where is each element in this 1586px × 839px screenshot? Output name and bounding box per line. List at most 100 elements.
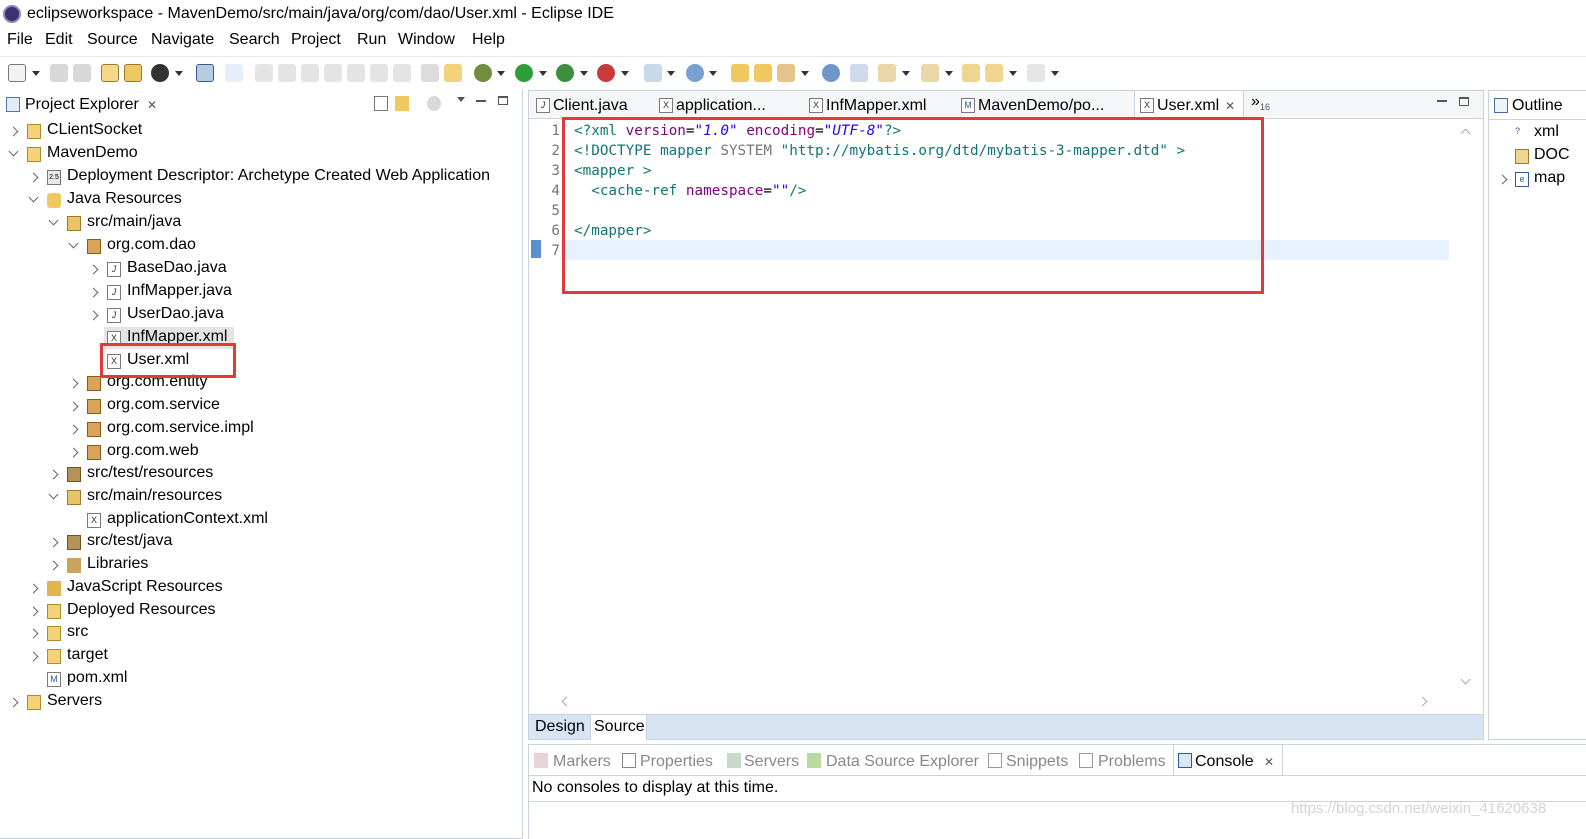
tree-item-userdao-java[interactable]: J UserDao.java: [0, 304, 520, 326]
chevron-right-icon[interactable]: [88, 287, 99, 298]
tab-client-java[interactable]: J Client.java: [529, 91, 654, 119]
search-icon[interactable]: [850, 64, 868, 82]
chevron-down-icon[interactable]: [8, 146, 19, 157]
chevron-right-icon[interactable]: [48, 469, 59, 480]
menu-help[interactable]: Help: [472, 31, 505, 49]
tree-item-src-main-resources[interactable]: src/main/resources: [0, 486, 520, 508]
dropdown-arrow-icon[interactable]: [902, 71, 910, 76]
scroll-up-icon[interactable]: [1460, 128, 1471, 139]
tree-item-user-xml[interactable]: X User.xml: [0, 350, 520, 372]
maximize-icon[interactable]: [498, 96, 508, 105]
close-icon[interactable]: ✕: [1225, 99, 1235, 113]
tab-source[interactable]: Source: [590, 715, 647, 740]
scroll-down-icon[interactable]: [1460, 674, 1471, 685]
new-class-icon[interactable]: [686, 64, 704, 82]
tree-item-src-main-java[interactable]: src/main/java: [0, 212, 520, 234]
chevron-right-icon[interactable]: [68, 447, 79, 458]
dropdown-arrow-icon[interactable]: [945, 71, 953, 76]
tab-markers[interactable]: Markers: [553, 753, 611, 771]
chevron-right-icon[interactable]: [88, 264, 99, 275]
outline-item-mapper[interactable]: e map: [1489, 168, 1586, 190]
chevron-down-icon[interactable]: [28, 192, 39, 203]
tree-item-pom-xml[interactable]: M pom.xml: [0, 668, 520, 690]
vertical-scrollbar[interactable]: [1449, 120, 1483, 692]
dropdown-arrow-icon[interactable]: [621, 71, 629, 76]
chevron-right-icon[interactable]: [28, 651, 39, 662]
tree-item-target[interactable]: target: [0, 645, 520, 667]
horizontal-scrollbar[interactable]: [543, 692, 1449, 712]
next-annotation-icon[interactable]: [878, 64, 896, 82]
dropdown-arrow-icon[interactable]: [1009, 71, 1017, 76]
new-icon[interactable]: [8, 64, 26, 82]
chevron-right-icon[interactable]: [48, 537, 59, 548]
chevron-right-icon[interactable]: [68, 401, 79, 412]
tab-data-source-explorer[interactable]: Data Source Explorer: [826, 753, 979, 771]
tree-item-org-com-service[interactable]: org.com.service: [0, 395, 520, 417]
last-edit-icon[interactable]: [962, 64, 980, 82]
tab-mavendemo-pom[interactable]: M MavenDemo/po...: [956, 91, 1126, 119]
tree-item-libraries[interactable]: Libraries: [0, 554, 520, 576]
chevron-right-icon[interactable]: [1497, 174, 1508, 185]
format-icon[interactable]: [421, 64, 439, 82]
chevron-right-icon[interactable]: [88, 310, 99, 321]
new-project-icon[interactable]: [644, 64, 662, 82]
save-icon[interactable]: [50, 64, 68, 82]
tree-item-org-com-dao[interactable]: org.com.dao: [0, 235, 520, 257]
tab-user-xml[interactable]: X User.xml ✕: [1134, 91, 1244, 120]
save-all-icon[interactable]: [73, 64, 91, 82]
chevron-right-icon[interactable]: [8, 126, 19, 137]
pen-icon[interactable]: [777, 64, 795, 82]
menu-project[interactable]: Project: [291, 31, 341, 49]
external-tools-icon[interactable]: [597, 64, 615, 82]
prev-annotation-icon[interactable]: [921, 64, 939, 82]
link-editor-icon[interactable]: [395, 96, 409, 111]
collapse-all-icon[interactable]: [374, 96, 388, 111]
project-explorer-title[interactable]: Project Explorer: [25, 96, 139, 114]
dropdown-arrow-icon[interactable]: [580, 71, 588, 76]
tree-item-applicationcontext-xml[interactable]: X applicationContext.xml: [0, 509, 520, 531]
tree-item-servers[interactable]: Servers: [0, 691, 520, 713]
dropdown-arrow-icon[interactable]: [709, 71, 717, 76]
chevron-right-icon[interactable]: [28, 583, 39, 594]
minimize-icon[interactable]: [1437, 100, 1447, 102]
globe-icon[interactable]: [822, 64, 840, 82]
step-return-icon[interactable]: [393, 64, 411, 82]
chevron-right-icon[interactable]: [48, 560, 59, 571]
tab-servers[interactable]: Servers: [744, 753, 799, 771]
dropdown-arrow-icon[interactable]: [801, 71, 809, 76]
chevron-right-icon[interactable]: [28, 628, 39, 639]
tree-item-mavendemo[interactable]: MavenDemo: [0, 143, 520, 165]
chevron-right-icon[interactable]: [28, 172, 39, 183]
chevron-right-icon[interactable]: [68, 424, 79, 435]
chevron-down-icon[interactable]: [48, 215, 59, 226]
scroll-left-icon[interactable]: [561, 696, 572, 707]
suspend-icon[interactable]: [278, 64, 296, 82]
tree-item-org-com-entity[interactable]: org.com.entity: [0, 372, 520, 394]
tree-item-java-resources[interactable]: Java Resources: [0, 189, 520, 211]
outline-item-xml[interactable]: ? xml: [1489, 122, 1586, 144]
menu-window[interactable]: Window: [398, 31, 455, 49]
tree-item-infmapper-java[interactable]: J InfMapper.java: [0, 281, 520, 303]
chevron-right-icon[interactable]: [68, 378, 79, 389]
tree-item-org-com-service-impl[interactable]: org.com.service.impl: [0, 418, 520, 440]
dropdown-arrow-icon[interactable]: [32, 71, 40, 76]
tab-overflow-chevron-icon[interactable]: »: [1251, 93, 1260, 111]
chevron-right-icon[interactable]: [28, 606, 39, 617]
open-resource-icon[interactable]: [124, 64, 142, 82]
tab-snippets[interactable]: Snippets: [1006, 753, 1068, 771]
dropdown-arrow-icon[interactable]: [497, 71, 505, 76]
filter-icon[interactable]: [427, 96, 441, 111]
open-folder-2-icon[interactable]: [754, 64, 772, 82]
tab-problems[interactable]: Problems: [1098, 753, 1166, 771]
tab-properties[interactable]: Properties: [640, 753, 713, 771]
dropdown-arrow-icon[interactable]: [667, 71, 675, 76]
tree-item-clientsocket[interactable]: CLientSocket: [0, 120, 520, 142]
tree-item-src-test-java[interactable]: src/test/java: [0, 531, 520, 553]
back-icon[interactable]: [985, 64, 1003, 82]
tab-infmapper-xml[interactable]: X InfMapper.xml: [806, 91, 954, 119]
step-into-icon[interactable]: [347, 64, 365, 82]
disconnect-icon[interactable]: [324, 64, 342, 82]
tree-item-org-com-web[interactable]: org.com.web: [0, 441, 520, 463]
tree-item-deployment-descriptor[interactable]: 2.5 Deployment Descriptor: Archetype Cre…: [0, 166, 520, 188]
scroll-right-icon[interactable]: [1417, 696, 1428, 707]
